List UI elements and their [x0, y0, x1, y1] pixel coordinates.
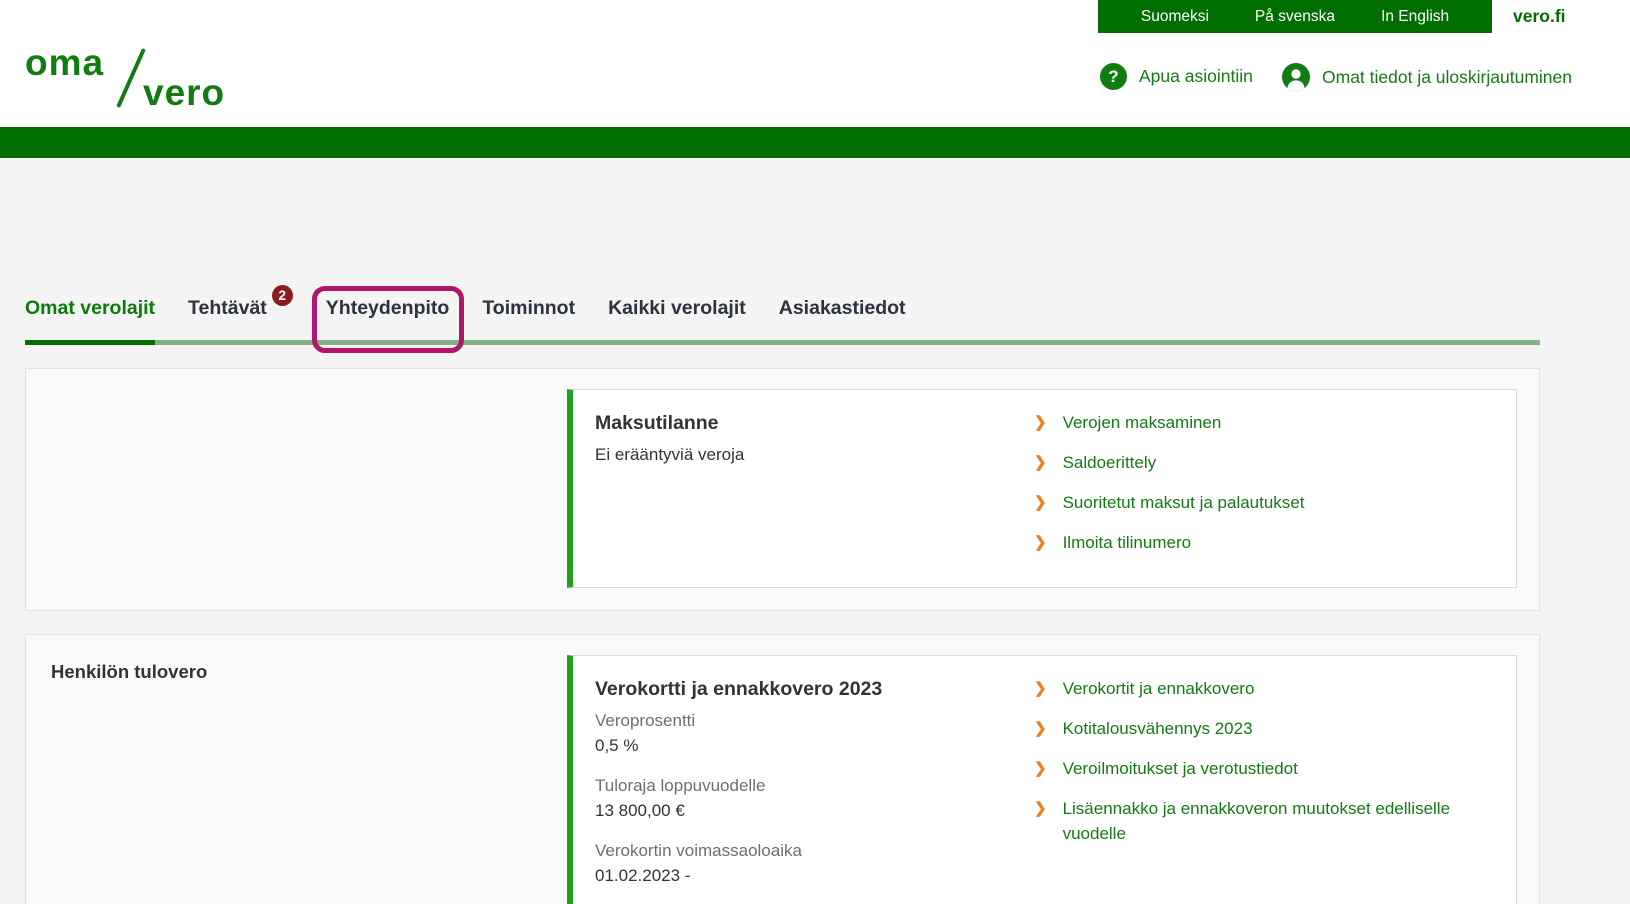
field-label: Veroprosentti	[595, 708, 1034, 733]
chevron-right-icon: ❯	[1034, 676, 1047, 701]
card-link[interactable]: ❯ Verojen maksaminen	[1034, 410, 1496, 435]
card-link[interactable]: ❯ Saldoerittely	[1034, 450, 1496, 475]
language-bar: Suomeksi På svenska In English	[1098, 0, 1492, 33]
field-value: 01.02.2023 -	[595, 863, 1034, 888]
language-link[interactable]: In English	[1381, 8, 1449, 26]
help-icon: ?	[1100, 63, 1127, 90]
card-title: Maksutilanne	[595, 410, 1034, 436]
card-link[interactable]: ❯ Suoritetut maksut ja palautukset	[1034, 490, 1496, 515]
field-value: 0,5 %	[595, 733, 1034, 758]
chevron-right-icon: ❯	[1034, 716, 1047, 741]
card-links: ❯ Verokortit ja ennakkovero ❯ Kotitalous…	[1034, 673, 1496, 904]
card-title: Verokortti ja ennakkovero 2023	[595, 676, 1034, 702]
card-links: ❯ Verojen maksaminen ❯ Saldoerittely ❯ S…	[1034, 407, 1496, 570]
field-label: Tuloraja loppuvuodelle	[595, 773, 1034, 798]
tab-label-yhteydenpito: Yhteydenpito	[326, 297, 450, 319]
card-link-label: Verokortit ja ennakkovero	[1063, 676, 1255, 701]
card-link-label: Kotitalousvähennys 2023	[1063, 716, 1253, 741]
chevron-right-icon: ❯	[1034, 796, 1047, 846]
card-subtitle: Ei erääntyviä veroja	[595, 442, 1034, 467]
tab-toiminnot[interactable]: Toiminnot	[482, 295, 575, 340]
tab-yhteydenpito[interactable]: Yhteydenpito	[326, 295, 450, 340]
chevron-right-icon: ❯	[1034, 450, 1047, 475]
section-maksutilanne: Maksutilanne Ei erääntyviä veroja ❯ Vero…	[25, 368, 1540, 611]
card-link[interactable]: ❯ Verokortit ja ennakkovero	[1034, 676, 1496, 701]
field-label: Verokortin voimassaoloaika	[595, 838, 1034, 863]
card: Verokortti ja ennakkovero 2023 Veroprose…	[567, 655, 1517, 904]
card-link[interactable]: ❯ Kotitalousvähennys 2023	[1034, 716, 1496, 741]
verofi-link[interactable]: vero.fi	[1513, 0, 1566, 33]
card-link[interactable]: ❯ Lisäennakko ja ennakkoveron muutokset …	[1034, 796, 1496, 846]
notification-badge: 2	[272, 285, 293, 306]
field-value: 13 800,00 €	[595, 798, 1034, 823]
tab-label-toiminnot: Toiminnot	[482, 297, 575, 319]
card-link-label: Suoritetut maksut ja palautukset	[1063, 490, 1305, 515]
chevron-right-icon: ❯	[1034, 410, 1047, 435]
card: Maksutilanne Ei erääntyviä veroja ❯ Vero…	[567, 389, 1517, 588]
account-link[interactable]: Omat tiedot ja uloskirjautuminen	[1282, 63, 1572, 91]
header-green-band	[0, 127, 1630, 158]
logo-slash	[116, 48, 146, 108]
language-link[interactable]: På svenska	[1255, 8, 1335, 26]
card-content: Verokortti ja ennakkovero 2023 Veroprose…	[595, 673, 1034, 904]
chevron-right-icon: ❯	[1034, 756, 1047, 781]
card-link[interactable]: ❯ Veroilmoitukset ja verotustiedot	[1034, 756, 1496, 781]
card-field: Veroprosentti 0,5 %	[595, 708, 1034, 758]
logo-text-oma: oma	[25, 42, 104, 84]
card-link-label: Ilmoita tilinumero	[1063, 530, 1192, 555]
card-link-label: Veroilmoitukset ja verotustiedot	[1063, 756, 1298, 781]
tab-label-omat-verolajit: Omat verolajit	[25, 297, 155, 319]
logo-text-vero: vero	[143, 72, 225, 114]
card-content: Maksutilanne Ei erääntyviä veroja	[595, 407, 1034, 570]
section-henkilon-tulovero: Henkilön tulovero Verokortti ja ennakkov…	[25, 634, 1540, 904]
omavero-logo[interactable]: oma vero	[25, 42, 225, 116]
language-link[interactable]: Suomeksi	[1141, 8, 1209, 26]
card-link-label: Lisäennakko ja ennakkoveron muutokset ed…	[1063, 796, 1496, 846]
tab-label-asiakastiedot: Asiakastiedot	[779, 297, 906, 319]
tab-kaikki-verolajit[interactable]: Kaikki verolajit	[608, 295, 746, 340]
card-field: Tuloraja loppuvuodelle 13 800,00 €	[595, 773, 1034, 823]
card-fields: Veroprosentti 0,5 % Tuloraja loppuvuodel…	[595, 708, 1034, 888]
tab-omat-verolajit[interactable]: Omat verolajit	[25, 295, 155, 340]
account-label: Omat tiedot ja uloskirjautuminen	[1322, 67, 1572, 88]
section-title: Henkilön tulovero	[26, 635, 567, 904]
help-label: Apua asiointiin	[1139, 66, 1253, 87]
tab-bar: Omat verolajit Tehtävät2 Yhteydenpito Toimi…	[25, 295, 1540, 345]
main-content: Maksutilanne Ei erääntyviä veroja ❯ Vero…	[0, 368, 1630, 904]
tabs-nav: Omat verolajit Tehtävät2 Yhteydenpito Toimi…	[25, 295, 1540, 345]
card-field: Verokortin voimassaoloaika 01.02.2023 -	[595, 838, 1034, 888]
chevron-right-icon: ❯	[1034, 530, 1047, 555]
chevron-right-icon: ❯	[1034, 490, 1047, 515]
section-title	[26, 369, 567, 610]
card-link-label: Saldoerittely	[1063, 450, 1157, 475]
card-link-label: Verojen maksaminen	[1063, 410, 1222, 435]
page-header: Suomeksi På svenska In English vero.fi oma…	[0, 0, 1630, 158]
tab-asiakastiedot[interactable]: Asiakastiedot	[779, 295, 906, 340]
tab-tehtavat[interactable]: Tehtävät2	[188, 295, 267, 340]
help-link[interactable]: ? Apua asiointiin	[1100, 63, 1253, 90]
tab-label-tehtavat: Tehtävät	[188, 297, 267, 319]
tab-label-kaikki-verolajit: Kaikki verolajit	[608, 297, 746, 319]
card-link[interactable]: ❯ Ilmoita tilinumero	[1034, 530, 1496, 555]
user-icon	[1282, 63, 1310, 91]
